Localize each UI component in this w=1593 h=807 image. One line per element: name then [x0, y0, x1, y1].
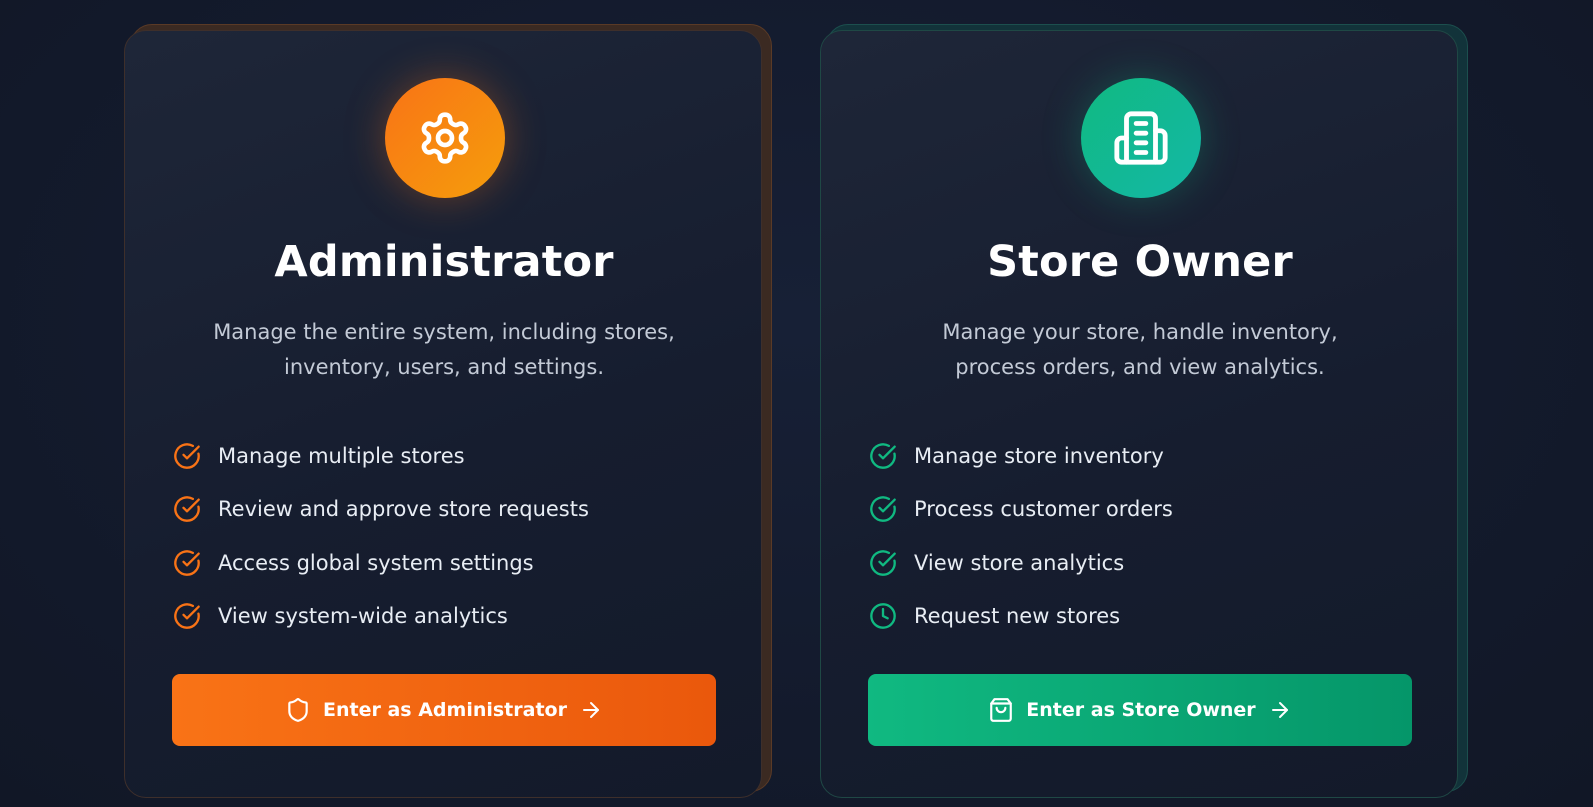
feature-list: Manage multiple stores Review and approv…: [172, 429, 589, 643]
administrator-card[interactable]: Administrator Manage the entire system, …: [124, 30, 762, 798]
feature-label: Manage multiple stores: [218, 443, 465, 468]
feature-label: View store analytics: [914, 550, 1125, 575]
card-description: Manage the entire system, including stor…: [213, 320, 675, 379]
list-item: Manage store inventory: [868, 429, 1173, 483]
feature-label: Access global system settings: [218, 550, 534, 575]
list-item: View store analytics: [868, 536, 1173, 590]
button-label: Enter as Administrator: [323, 699, 567, 721]
check-circle-icon: [172, 548, 202, 578]
list-item: Access global system settings: [172, 536, 589, 590]
enter-as-administrator-button[interactable]: Enter as Administrator: [172, 674, 716, 746]
clock-icon: [868, 601, 898, 631]
list-item: Manage multiple stores: [172, 429, 589, 483]
list-item: View system-wide analytics: [172, 590, 589, 644]
feature-label: Process customer orders: [914, 497, 1173, 522]
card-title: Store Owner: [987, 237, 1293, 287]
shopping-bag-icon: [988, 697, 1014, 723]
feature-list: Manage store inventory Process customer …: [868, 429, 1173, 643]
enter-as-store-owner-button[interactable]: Enter as Store Owner: [868, 674, 1412, 746]
card-title: Administrator: [274, 237, 614, 287]
check-circle-icon: [868, 441, 898, 471]
administrator-card-wrapper: Administrator Manage the entire system, …: [124, 24, 772, 798]
button-label: Enter as Store Owner: [1026, 699, 1256, 721]
check-circle-icon: [172, 601, 202, 631]
list-item: Review and approve store requests: [172, 483, 589, 537]
store-owner-card-wrapper: Store Owner Manage your store, handle in…: [820, 24, 1468, 798]
check-circle-icon: [172, 441, 202, 471]
feature-label: Manage store inventory: [914, 443, 1164, 468]
check-circle-icon: [172, 494, 202, 524]
gear-icon: [385, 78, 505, 198]
role-selection-page: Administrator Manage the entire system, …: [0, 0, 1593, 807]
feature-label: Request new stores: [914, 604, 1121, 629]
feature-label: Review and approve store requests: [218, 497, 589, 522]
building-icon: [1081, 78, 1201, 198]
list-item: Request new stores: [868, 590, 1173, 644]
arrow-right-icon: [579, 698, 603, 722]
store-owner-card[interactable]: Store Owner Manage your store, handle in…: [820, 30, 1458, 798]
card-description: Manage your store, handle inventory, pro…: [942, 320, 1338, 379]
check-circle-icon: [868, 548, 898, 578]
feature-label: View system-wide analytics: [218, 604, 508, 629]
list-item: Process customer orders: [868, 483, 1173, 537]
check-circle-icon: [868, 494, 898, 524]
shield-icon: [285, 697, 311, 723]
arrow-right-icon: [1268, 698, 1292, 722]
